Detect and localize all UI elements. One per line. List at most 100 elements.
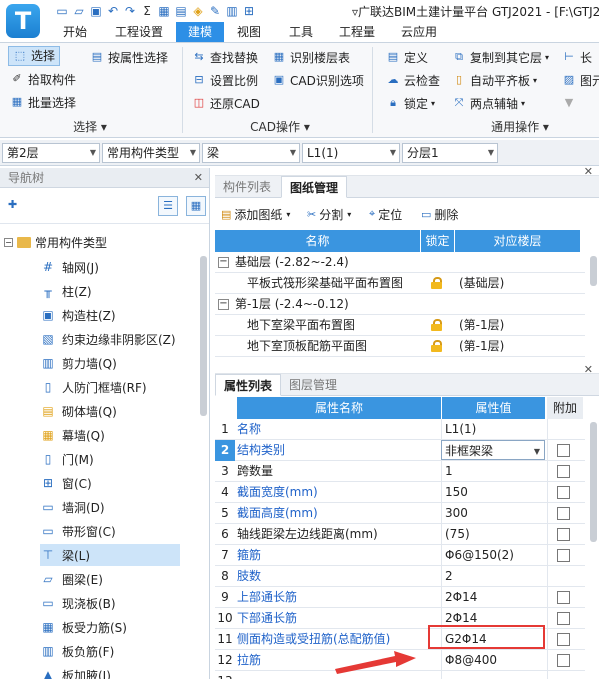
- drawing-row[interactable]: 地下室梁平面布置图 (第-1层): [215, 315, 585, 336]
- property-row[interactable]: 7 箍筋 Φ6@150(2): [215, 545, 585, 566]
- property-value-field[interactable]: 150: [441, 482, 545, 502]
- nav-item[interactable]: ▤ 砌体墙(Q): [40, 400, 180, 422]
- locate-button[interactable]: ⌖ 定位: [369, 204, 402, 224]
- column-header-name[interactable]: 名称: [215, 230, 421, 252]
- additional-checkbox[interactable]: [557, 465, 570, 478]
- property-row[interactable]: 9 上部通长筋 2Φ14: [215, 587, 585, 608]
- table-icon[interactable]: ▥: [224, 3, 240, 19]
- find-replace-button[interactable]: ⇆ 查找替换: [192, 47, 258, 67]
- close-icon[interactable]: ✕: [194, 168, 203, 188]
- additional-checkbox[interactable]: [557, 633, 570, 646]
- drawing-scrollbar[interactable]: [590, 256, 597, 286]
- tab-modeling[interactable]: 建模: [176, 22, 224, 42]
- additional-checkbox[interactable]: [557, 612, 570, 625]
- property-value-field[interactable]: Φ8@400: [441, 650, 545, 670]
- nav-item[interactable]: ⊞ 窗(C): [40, 472, 180, 494]
- auto-align-slab-button[interactable]: ▯ 自动平齐板 ▾: [452, 70, 537, 90]
- column-header-attribute-name[interactable]: 属性名称: [237, 397, 441, 419]
- lock-icon[interactable]: [431, 277, 442, 289]
- tab-view[interactable]: 视图: [228, 22, 270, 42]
- nav-item[interactable]: ▭ 现浇板(B): [40, 592, 180, 614]
- nav-item[interactable]: ▱ 圈梁(E): [40, 568, 180, 590]
- list-view-icon[interactable]: ☰: [158, 196, 178, 216]
- tab-layer-management[interactable]: 图层管理: [281, 374, 345, 396]
- nav-item[interactable]: ▲ 板加腋(J): [40, 664, 180, 679]
- batch-select-button[interactable]: ▦ 批量选择: [10, 92, 76, 112]
- additional-checkbox[interactable]: [557, 444, 570, 457]
- select-button[interactable]: ⬚ 选择: [8, 46, 61, 66]
- drawing-group-row[interactable]: − 基础层 (-2.82~-2.4): [215, 252, 585, 273]
- drawing-group-row[interactable]: − 第-1层 (-2.4~-0.12): [215, 294, 585, 315]
- ruler-icon[interactable]: ▤: [173, 3, 189, 19]
- nav-item[interactable]: ▦ 板受力筋(S): [40, 616, 180, 638]
- property-value-field[interactable]: 2Φ14: [441, 587, 545, 607]
- property-row[interactable]: 2 结构类别 非框架梁 ▼: [215, 440, 585, 461]
- pin-icon[interactable]: ⊞: [241, 3, 257, 19]
- sum-icon[interactable]: Σ: [139, 3, 155, 19]
- property-value-dropdown[interactable]: 非框架梁 ▼: [441, 440, 545, 460]
- grid-icon[interactable]: ▦: [156, 3, 172, 19]
- lock-button[interactable]: 🔒︎ 锁定 ▾: [386, 93, 435, 113]
- nav-scrollbar[interactable]: [200, 256, 207, 416]
- column-header-additional[interactable]: 附加: [547, 397, 583, 419]
- add-drawing-button[interactable]: ▤ 添加图纸 ▾: [221, 204, 290, 224]
- type-select[interactable]: 梁 ▼: [202, 143, 300, 163]
- nav-item[interactable]: ▦ 幕墙(Q): [40, 424, 180, 446]
- open-folder-icon[interactable]: ▱: [71, 3, 87, 19]
- property-value-field[interactable]: L1(1): [441, 419, 545, 439]
- additional-checkbox[interactable]: [557, 654, 570, 667]
- copy-to-floors-button[interactable]: ⧉ 复制到其它层 ▾: [452, 47, 549, 67]
- nav-item[interactable]: ▭ 墙洞(D): [40, 496, 180, 518]
- tab-component-list[interactable]: 构件列表: [215, 176, 279, 198]
- split-button[interactable]: ✂ 分割 ▾: [307, 204, 351, 224]
- nav-item[interactable]: ▭ 带形窗(C): [40, 520, 180, 542]
- save-icon[interactable]: ▣: [88, 3, 104, 19]
- component-select[interactable]: L1(1) ▼: [302, 143, 400, 163]
- common-group-label[interactable]: 通用操作 ▾: [480, 118, 560, 135]
- cad-options-button[interactable]: ▣ CAD识别选项: [272, 70, 364, 90]
- category-select[interactable]: 常用构件类型 ▼: [102, 143, 200, 163]
- drawing-row[interactable]: 地下室顶板配筋平面图 (第-1层): [215, 336, 585, 357]
- property-row[interactable]: 12 拉筋 Φ8@400: [215, 650, 585, 671]
- select-group-label[interactable]: 选择 ▾: [60, 118, 120, 135]
- tab-cloud[interactable]: 云应用: [392, 22, 446, 42]
- fill-icon[interactable]: ◈: [190, 3, 206, 19]
- two-point-axis-button[interactable]: ⤧ 两点辅轴 ▾: [452, 93, 525, 113]
- redo-icon[interactable]: ↷: [122, 3, 138, 19]
- nav-item[interactable]: ▥ 剪力墙(Q): [40, 352, 180, 374]
- additional-checkbox[interactable]: [557, 528, 570, 541]
- additional-checkbox[interactable]: [557, 549, 570, 562]
- additional-checkbox[interactable]: [557, 507, 570, 520]
- tab-property-list[interactable]: 属性列表: [215, 374, 282, 396]
- property-value-field[interactable]: 1: [441, 461, 545, 481]
- sublayer-select[interactable]: 分层1 ▼: [402, 143, 498, 163]
- property-row[interactable]: 8 肢数 2: [215, 566, 585, 587]
- app-logo[interactable]: T: [6, 4, 40, 38]
- cad-group-label[interactable]: CAD操作 ▾: [240, 118, 320, 135]
- nav-root-node[interactable]: − 常用构件类型: [4, 234, 107, 251]
- element-button[interactable]: ▨ 图元: [562, 70, 599, 90]
- select-by-attribute-button[interactable]: ▤ 按属性选择: [90, 47, 168, 67]
- chevron-down-icon[interactable]: ▼: [534, 441, 540, 462]
- nav-item[interactable]: ╥ 柱(Z): [40, 280, 180, 302]
- column-header-attribute-value[interactable]: 属性值: [441, 397, 545, 419]
- extend-button[interactable]: ⊢ 长: [562, 47, 592, 67]
- property-row[interactable]: 6 轴线距梁左边线距离(mm) (75): [215, 524, 585, 545]
- property-row[interactable]: 3 跨数量 1: [215, 461, 585, 482]
- filter-button[interactable]: ▼: [562, 93, 580, 113]
- property-value-field[interactable]: Φ6@150(2): [441, 545, 545, 565]
- collapse-icon[interactable]: −: [218, 299, 229, 310]
- define-button[interactable]: ▤ 定义: [386, 47, 428, 67]
- property-value-field[interactable]: (75): [441, 524, 545, 544]
- additional-checkbox[interactable]: [557, 486, 570, 499]
- property-row[interactable]: 5 截面高度(mm) 300: [215, 503, 585, 524]
- tab-drawing-management[interactable]: 图纸管理: [281, 176, 348, 198]
- tab-tools[interactable]: 工具: [280, 22, 322, 42]
- column-header-floor[interactable]: 对应楼层: [455, 230, 581, 252]
- property-value-field[interactable]: [441, 671, 545, 679]
- column-header-lock[interactable]: 锁定: [421, 230, 455, 252]
- nav-item[interactable]: ▯ 人防门框墙(RF): [40, 376, 180, 398]
- lock-icon[interactable]: [431, 340, 442, 352]
- floor-select[interactable]: 第2层 ▼: [2, 143, 100, 163]
- drawing-row[interactable]: 平板式筏形梁基础平面布置图 (基础层): [215, 273, 585, 294]
